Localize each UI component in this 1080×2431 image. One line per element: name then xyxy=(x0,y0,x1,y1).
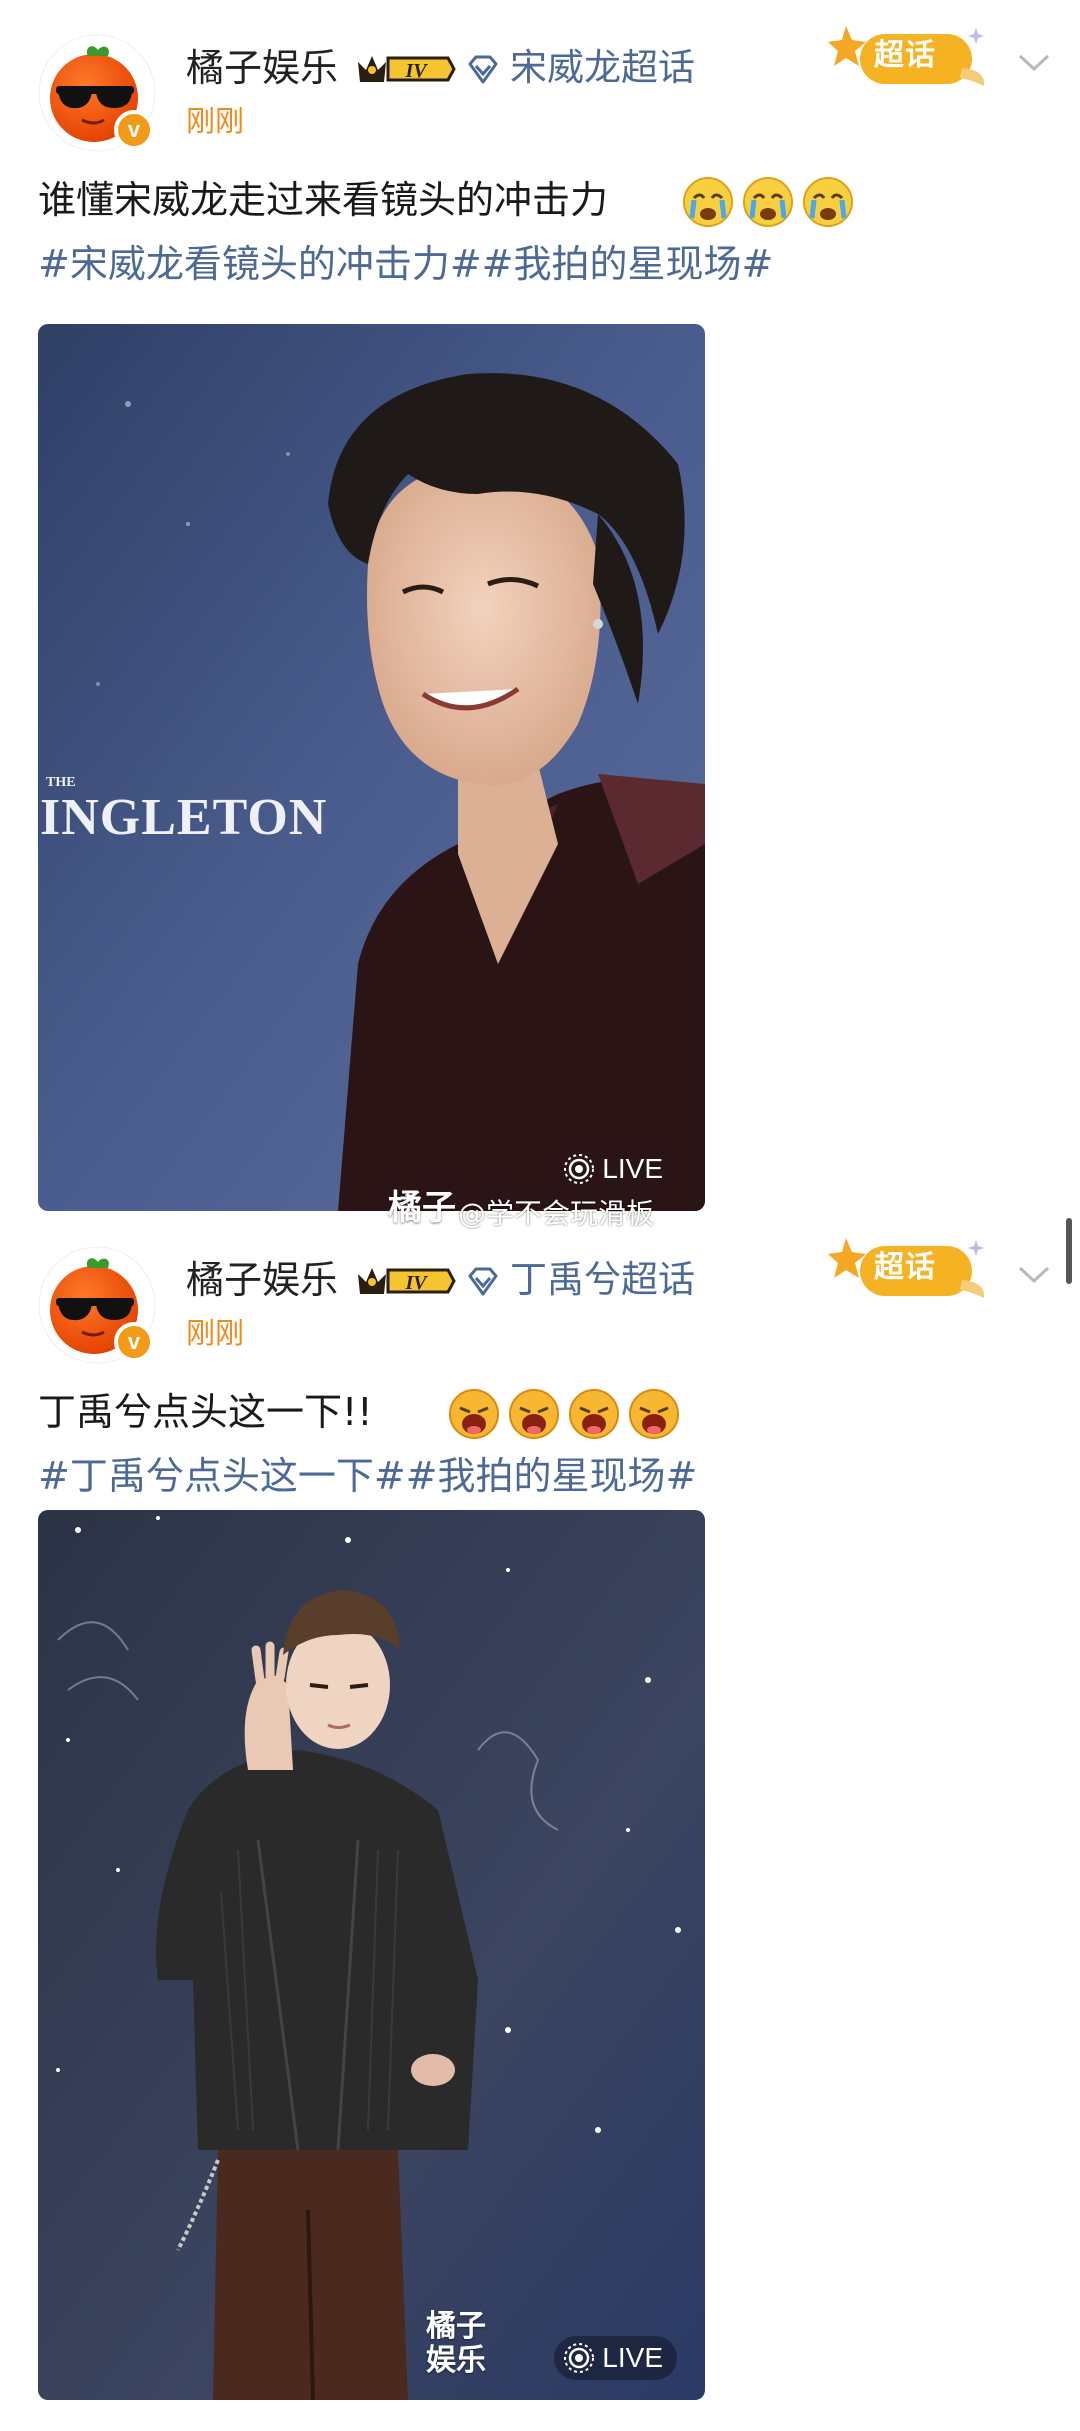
chevron-down-icon[interactable] xyxy=(1016,50,1052,74)
live-label: LIVE xyxy=(602,2342,663,2373)
watermark-brand-line2: 娱乐 xyxy=(426,2343,486,2378)
topic-link[interactable]: 丁禹兮超话 xyxy=(510,1258,695,1302)
live-photo-icon xyxy=(564,2343,595,2373)
diamond-icon xyxy=(468,55,498,84)
chaohua-label: 超话 xyxy=(874,1250,936,1285)
crying-emoji-icon xyxy=(683,177,733,227)
screaming-emoji-icon xyxy=(509,1389,559,1439)
feed-post: v 橘子娱乐 IV 丁禹兮超话 超话 刚刚 丁禹兮点头这一下!! #丁禹兮点头这… xyxy=(0,1212,1080,2431)
svg-text:THE: THE xyxy=(46,775,76,790)
author-name[interactable]: 橘子娱乐 xyxy=(186,46,338,90)
screaming-emoji-icon xyxy=(569,1389,619,1439)
author-name[interactable]: 橘子娱乐 xyxy=(186,1258,338,1302)
photo-image xyxy=(38,1510,705,2400)
diamond-icon xyxy=(468,1267,498,1296)
watermark-brand: 橘子 娱乐 xyxy=(426,2310,486,2378)
feed-post: v 橘子娱乐 IV 宋威龙超话 超话 刚刚 谁懂宋威龙走过来看镜头的冲击力 #宋… xyxy=(0,0,1080,1230)
hashtag-links[interactable]: #宋威龙看镜头的冲击力##我拍的星现场# xyxy=(38,240,773,288)
emoji-row xyxy=(682,176,854,228)
vip-level-badge: IV xyxy=(358,1268,456,1294)
vip-level-badge: IV xyxy=(358,56,456,82)
chaohua-button[interactable]: 超话 xyxy=(826,20,992,100)
crying-emoji-icon xyxy=(743,177,793,227)
screaming-emoji-icon xyxy=(449,1389,499,1439)
crying-emoji-icon xyxy=(803,177,853,227)
post-text: 丁禹兮点头这一下!! xyxy=(38,1390,373,1434)
chevron-down-icon[interactable] xyxy=(1016,1262,1052,1286)
live-badge[interactable]: LIVE xyxy=(554,1147,677,1191)
live-photo-icon xyxy=(564,1154,595,1184)
verified-badge-icon: v xyxy=(114,110,154,150)
photo-image: INGLETON THE xyxy=(38,324,705,1211)
post-photo[interactable]: 橘子 娱乐 LIVE xyxy=(38,1510,705,2400)
hashtag-links[interactable]: #丁禹兮点头这一下##我拍的星现场# xyxy=(38,1452,697,1500)
chaohua-label: 超话 xyxy=(874,38,936,73)
post-time: 刚刚 xyxy=(186,104,245,138)
topic-link[interactable]: 宋威龙超话 xyxy=(510,46,695,90)
backdrop-text: INGLETON xyxy=(40,789,327,846)
post-time: 刚刚 xyxy=(186,1316,245,1350)
live-badge[interactable]: LIVE xyxy=(554,2336,677,2380)
chaohua-button[interactable]: 超话 xyxy=(826,1232,992,1312)
post-text: 谁懂宋威龙走过来看镜头的冲击力 xyxy=(38,178,609,222)
emoji-row xyxy=(448,1388,680,1440)
vip-level-text: IV xyxy=(404,60,428,82)
watermark-brand-line1: 橘子 xyxy=(426,2309,486,2344)
scrollbar[interactable] xyxy=(1066,1218,1072,1284)
post-photo[interactable]: INGLETON THE LIVE xyxy=(38,324,705,1211)
live-label: LIVE xyxy=(602,1153,663,1184)
avatar[interactable]: v xyxy=(38,1246,156,1364)
vip-level-text: IV xyxy=(404,1272,428,1294)
avatar[interactable]: v xyxy=(38,34,156,152)
verified-badge-icon: v xyxy=(114,1322,154,1362)
screaming-emoji-icon xyxy=(629,1389,679,1439)
